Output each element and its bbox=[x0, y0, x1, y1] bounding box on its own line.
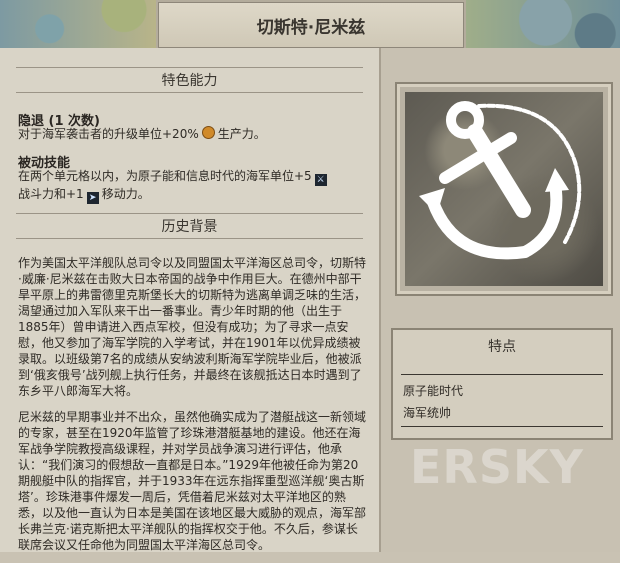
leader-portrait-frame bbox=[395, 82, 613, 296]
production-icon bbox=[201, 126, 215, 139]
ability-2-line-1: 在两个单元格以内，为原子能和信息时代的海军单位+5 bbox=[18, 169, 312, 183]
traits-divider-top bbox=[401, 374, 603, 375]
traits-header: 特点 bbox=[488, 339, 516, 355]
page-title: 切斯特·尼米兹 bbox=[158, 2, 464, 48]
unique-ability-header: 特色能力 bbox=[6, 66, 373, 94]
history-paragraph-2: 尼米兹的早期事业并不出众，虽然他确实成为了潜艇战这一新领域的专家，甚至在1920… bbox=[18, 410, 367, 552]
anchor-icon bbox=[419, 101, 582, 260]
ability-1-text-b: 生产力。 bbox=[217, 127, 266, 141]
trait-item: 海军统帅 bbox=[403, 406, 452, 420]
combat-strength-icon: ⚔ bbox=[314, 174, 327, 186]
ability-2-desc: 在两个单元格以内，为原子能和信息时代的海军单位+5 ⚔ 战斗力和+1 ➤ 移动力。 bbox=[18, 168, 368, 204]
history-header: 历史背景 bbox=[6, 212, 373, 240]
leader-portrait bbox=[405, 92, 603, 286]
history-paragraph-1: 作为美国太平洋舰队总司令以及同盟国太平洋海区总司令，切斯特·威廉·尼米兹在击败大… bbox=[18, 256, 367, 398]
movement-icon: ➤ bbox=[86, 192, 99, 204]
history-text: 作为美国太平洋舰队总司令以及同盟国太平洋海区总司令，切斯特·威廉·尼米兹在击败大… bbox=[18, 255, 368, 563]
ability-2-line-2a: 战斗力和+1 bbox=[18, 187, 84, 201]
ability-1-desc: 对于海军袭击者的升级单位+20% 生产力。 bbox=[18, 126, 368, 142]
traits-box: 特点 原子能时代 海军统帅 bbox=[391, 328, 613, 440]
ability-1-text-a: 对于海军袭击者的升级单位+20% bbox=[18, 127, 199, 141]
trait-item: 原子能时代 bbox=[403, 384, 464, 398]
watermark: ERSKY bbox=[410, 440, 584, 494]
ability-2-line-2b: 移动力。 bbox=[101, 187, 150, 201]
traits-divider-bottom bbox=[401, 426, 603, 427]
